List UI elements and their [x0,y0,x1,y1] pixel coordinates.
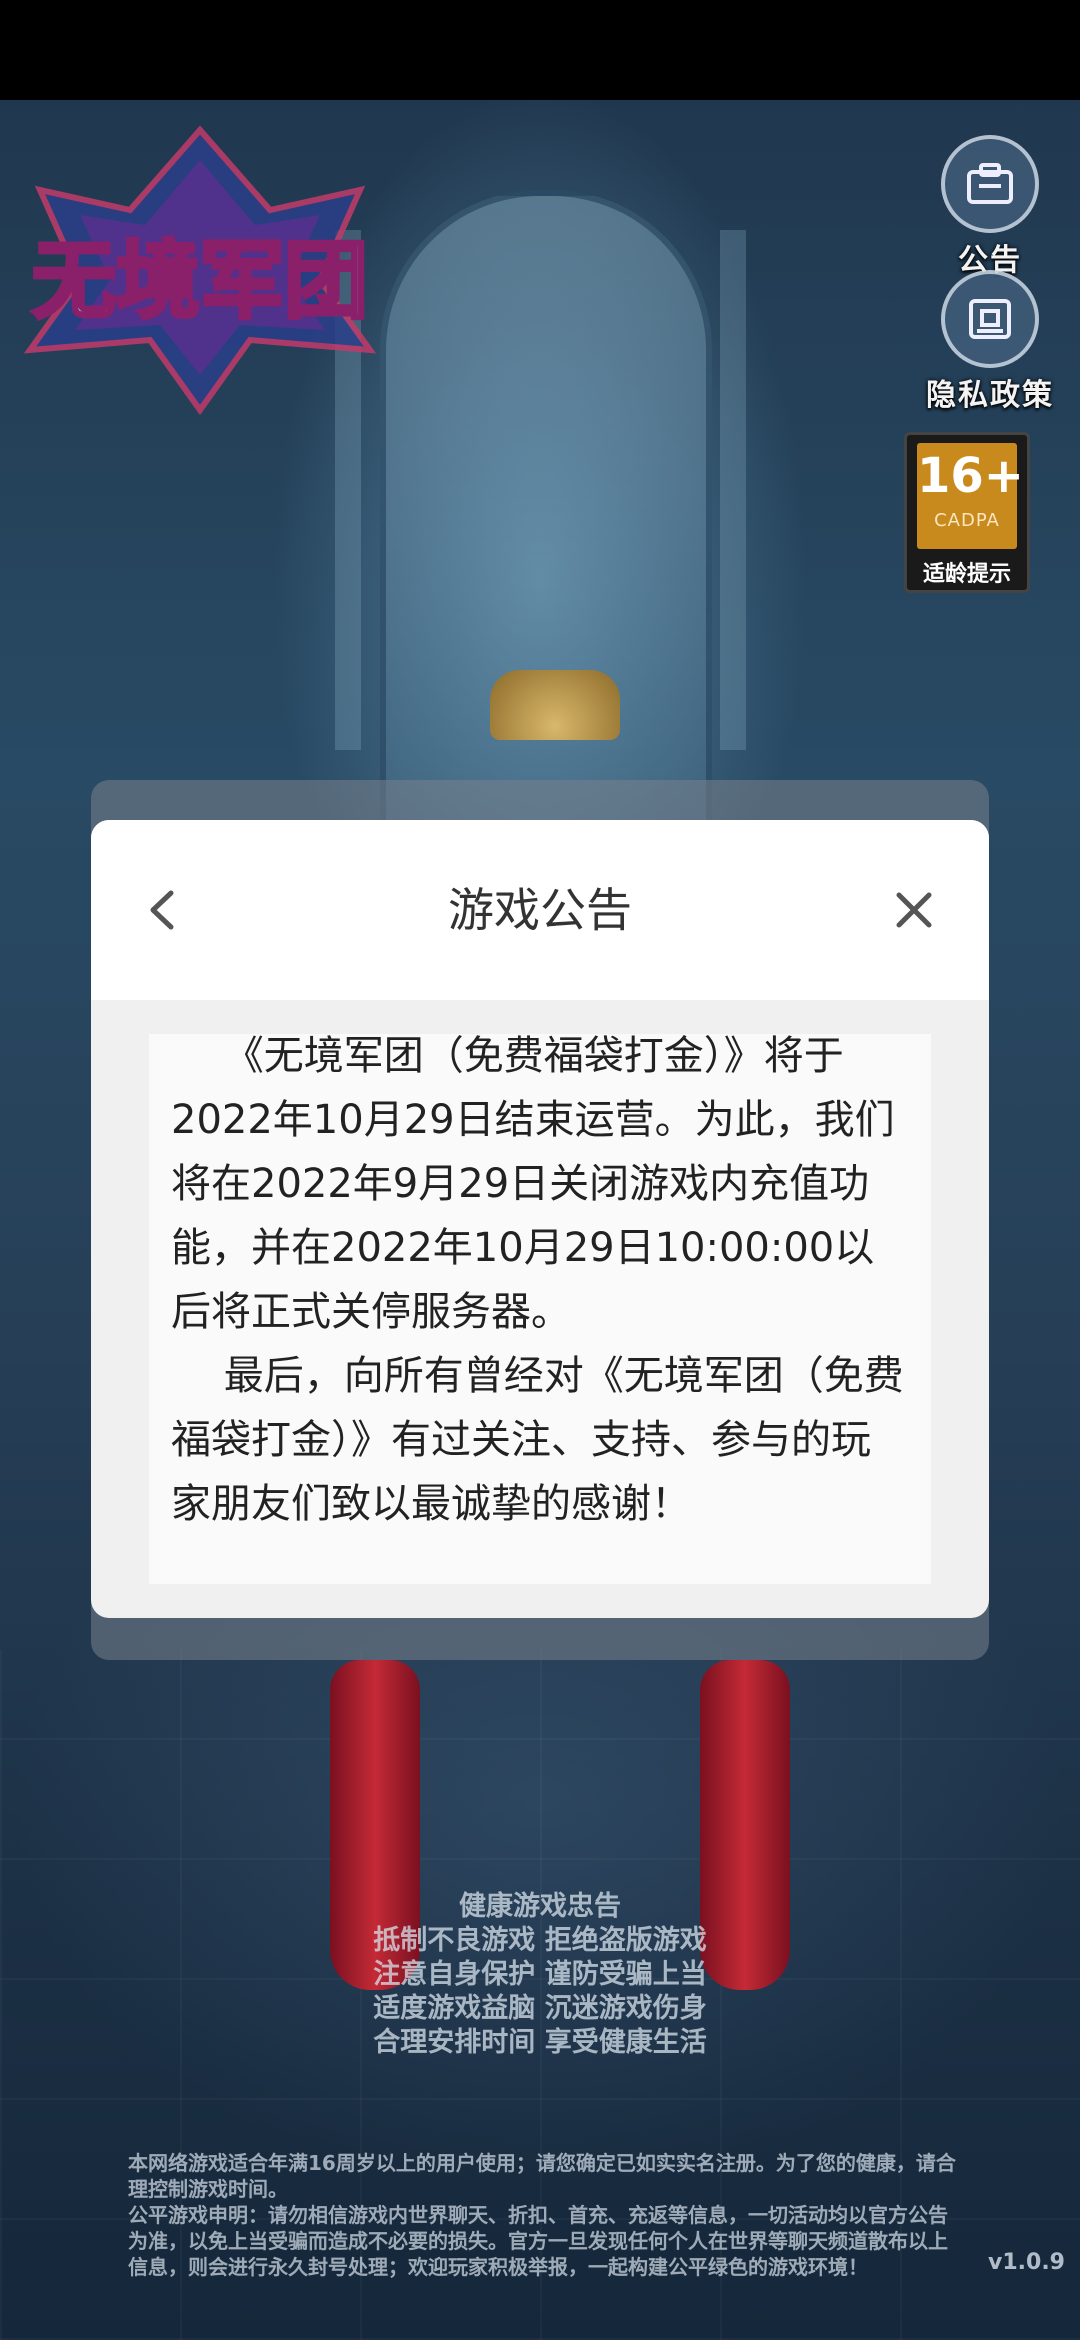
back-button[interactable] [131,875,201,945]
health-advice-line: 适度游戏益脑 沉迷游戏伤身 [373,1993,707,2024]
privacy-policy-label: 隐私政策 [926,378,1054,413]
announcement-paragraph: 《无境军团（免费福袋打金）》将于2022年10月29日结束运营。为此，我们将在2… [149,1034,931,1536]
age-rating-number: 16+ [917,448,1025,504]
health-advice-line: 合理安排时间 享受健康生活 [373,2027,707,2058]
status-bar [0,0,1080,100]
age-rating-mark: 16+ CADPA [917,443,1025,549]
privacy-icon [941,270,1039,368]
disclaimer: 本网络游戏适合年满16周岁以上的用户使用；请您确定已如实实名注册。为了您的健康，… [128,2150,958,2280]
age-rating-badge[interactable]: 16+ CADPA 适龄提示 [904,432,1030,593]
game-logo: 无境军团 [23,125,377,416]
notice-button[interactable]: 公告 [940,135,1040,279]
age-rating-org: CADPA [934,510,1000,531]
version-label: v1.0.9 [988,2250,1065,2275]
dialog-title: 游戏公告 [448,883,632,937]
game-logo-text: 无境军团 [32,232,368,330]
announcement-paragraph-2: 最后，向所有曾经对《无境军团（免费福袋打金）》有过关注、支持、参与的玩家朋友们致… [171,1353,904,1527]
close-icon [896,892,932,928]
notice-icon [941,135,1039,233]
health-advice-line: 抵制不良游戏 拒绝盗版游戏 [373,1925,707,1956]
health-advice-title: 健康游戏忠告 [459,1891,621,1922]
announcement-dialog: 游戏公告 《无境军团（免费福袋打金）》将于2022年10月29日结束运营。为此，… [91,820,989,1618]
character-crown [490,670,620,740]
announcement-content[interactable]: 《无境军团（免费福袋打金）》将于2022年10月29日结束运营。为此，我们将在2… [149,1034,931,1584]
age-disclaimer: 本网络游戏适合年满16周岁以上的用户使用；请您确定已如实实名注册。为了您的健康，… [128,2151,956,2201]
health-advice: 健康游戏忠告 抵制不良游戏 拒绝盗版游戏 注意自身保护 谨防受骗上当 适度游戏益… [0,1890,1080,2060]
privacy-policy-button[interactable]: 隐私政策 [925,270,1055,414]
close-button[interactable] [879,875,949,945]
announcement-paragraph-1: 《无境军团（免费福袋打金）》将于2022年10月29日结束运营。为此，我们将在2… [171,1034,895,1335]
age-rating-tip: 适龄提示 [922,562,1011,587]
background-pillar [720,230,746,750]
health-advice-line: 注意自身保护 谨防受骗上当 [373,1959,707,1990]
fair-play-statement: 公平游戏申明：请勿相信游戏内世界聊天、折扣、首充、充返等信息，一切活动均以官方公… [128,2203,948,2279]
chevron-left-icon [150,890,174,930]
